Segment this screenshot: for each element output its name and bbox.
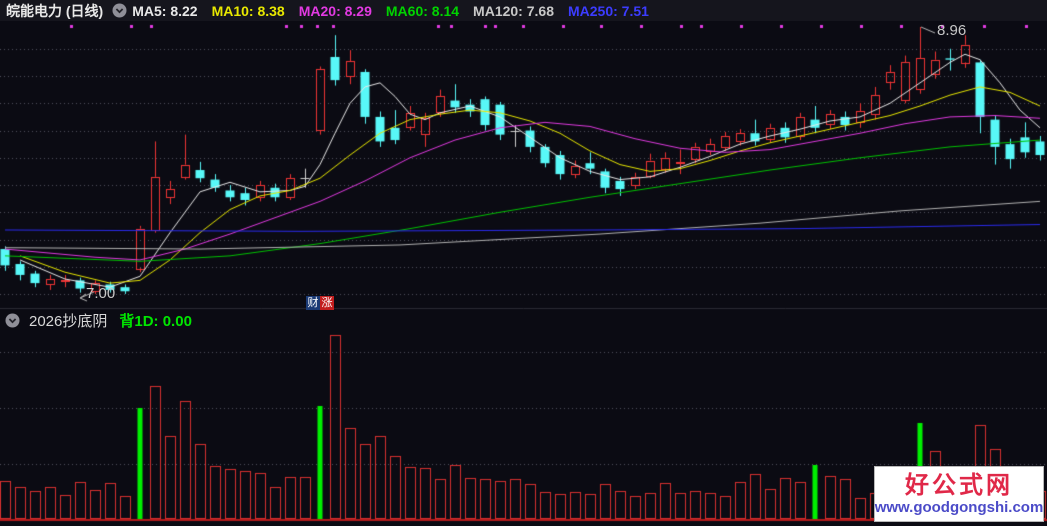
trading-app-window: 皖能电力 (日线) MA5: 8.22 MA10: 8.38 MA20: 8.2…: [0, 0, 1047, 526]
ma-legend-2: MA20: 8.29: [298, 2, 372, 19]
watermark: 好公式网 www.goodgongshi.com: [874, 466, 1044, 522]
badge-zhang: 涨: [320, 296, 334, 310]
watermark-site-url: www.goodgongshi.com: [874, 498, 1044, 516]
ma-legend-3: MA60: 8.14: [385, 2, 460, 19]
sub-panel-header: 2026抄底阴 背1D: 0.00: [0, 310, 1047, 331]
ma-legend-0: MA5: 8.22: [132, 2, 198, 19]
indicator-signal-value: 背1D: 0.00: [119, 313, 192, 330]
sub-collapse-chevron-icon[interactable]: [5, 313, 20, 328]
ma-legend-4: MA120: 7.68: [473, 2, 554, 19]
chart-canvas[interactable]: [0, 0, 1047, 526]
caizhang-signal-badge: 财 涨: [306, 296, 334, 310]
ma-legend-5: MA250: 7.51: [567, 2, 649, 19]
watermark-site-name: 好公式网: [905, 471, 1013, 499]
high-price-annotation: 8.96: [937, 22, 967, 39]
collapse-chevron-icon[interactable]: [112, 3, 127, 18]
main-chart-header: 皖能电力 (日线) MA5: 8.22 MA10: 8.38 MA20: 8.2…: [0, 0, 1047, 21]
stock-title: 皖能电力 (日线): [6, 2, 104, 19]
indicator-title: 2026抄底阴: [29, 313, 108, 330]
badge-cai: 财: [306, 296, 320, 310]
ma-legend-1: MA10: 8.38: [211, 2, 285, 19]
low-price-annotation: 7.00: [86, 285, 116, 302]
